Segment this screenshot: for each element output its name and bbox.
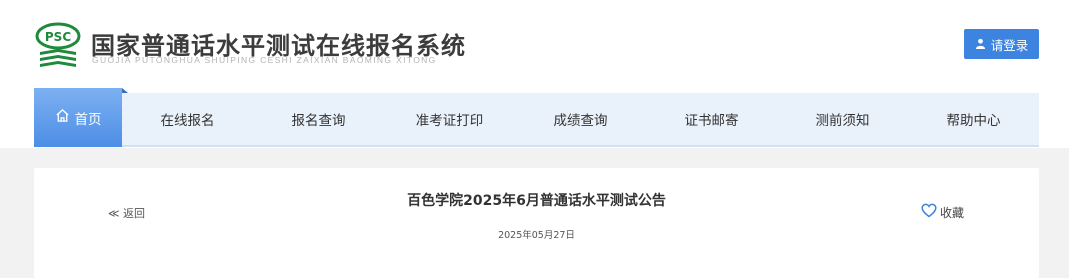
nav-label-home: 首页 [74,111,102,128]
login-label: 请登录 [990,37,1029,53]
main-nav: 首页 在线报名 报名查询 准考证打印 成绩查询 证书邮寄 测前须知 帮助中心 [34,88,1039,147]
nav-item-register-query[interactable]: 报名查询 [253,93,384,145]
nav-item-help-center[interactable]: 帮助中心 [908,93,1039,145]
home-icon [55,108,70,127]
nav-item-score-query[interactable]: 成绩查询 [515,93,646,145]
nav-item-online-register[interactable]: 在线报名 [122,93,253,145]
user-icon [975,37,986,52]
nav-item-admission-print[interactable]: 准考证打印 [384,93,515,145]
heart-icon [921,203,937,221]
nav-item-certificate-mail[interactable]: 证书邮寄 [646,93,777,145]
nav-item-pretest-notice[interactable]: 测前须知 [777,93,908,145]
site-header: PSC 国家普通话水平测试在线报名系统 GUOJIA PUTONGHUA SHU… [0,0,1069,148]
article-card: ≪ 返回 百色学院2025年6月普通话水平测试公告 2025年05月27日 收藏 [34,168,1039,278]
article-title: 百色学院2025年6月普通话水平测试公告 [407,193,666,209]
favorite-label: 收藏 [940,205,965,220]
site-subtitle: GUOJIA PUTONGHUA SHUIPING CESHI ZAIXIAN … [92,55,437,65]
psc-logo: PSC [34,21,82,69]
login-button[interactable]: 请登录 [964,29,1039,59]
logo-text: PSC [45,30,71,44]
favorite-button[interactable]: 收藏 [921,203,964,221]
nav-item-home[interactable]: 首页 [34,88,128,147]
article-date: 2025年05月27日 [498,230,575,241]
